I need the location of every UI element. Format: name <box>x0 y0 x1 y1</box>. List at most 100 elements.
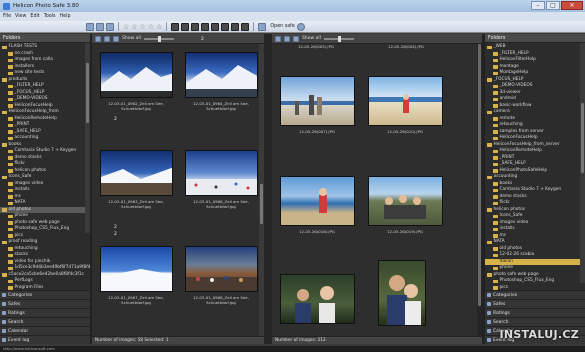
folder-icon <box>493 117 498 121</box>
minimize-button[interactable]: – <box>531 1 545 10</box>
folder-icon <box>487 175 492 179</box>
star-icon[interactable]: ☆ <box>123 23 129 31</box>
folder-icon <box>8 247 13 251</box>
rotate-right-button[interactable] <box>181 22 190 31</box>
close-button[interactable]: ✕ <box>561 1 583 10</box>
left-pane-status: Number of images: 58 Selected: 1 <box>92 336 264 344</box>
left-folders-header: Folders <box>0 34 90 43</box>
pane-back-button[interactable] <box>95 35 101 42</box>
photo-thumbnail[interactable] <box>185 246 258 292</box>
panel-tab-search[interactable]: Search <box>0 317 90 326</box>
photo-thumbnail[interactable] <box>368 76 443 126</box>
family-beach-photo <box>281 95 354 115</box>
ski-slope-photo <box>186 179 257 195</box>
panel-tab-calendar[interactable]: Calendar <box>0 326 90 335</box>
compare-button[interactable] <box>201 22 210 31</box>
folder-icon <box>8 52 13 56</box>
photo-thumbnail[interactable] <box>100 150 173 196</box>
menu-edit[interactable]: Edit <box>30 14 39 19</box>
show-all-label[interactable]: Show all <box>302 36 321 41</box>
right-tree-scrollbar[interactable] <box>580 43 585 283</box>
folder-icon <box>493 52 498 56</box>
delete-button[interactable] <box>211 22 220 31</box>
pane-filter-button[interactable] <box>293 35 299 42</box>
photo-thumbnail[interactable] <box>100 52 173 98</box>
photo-thumbnail[interactable] <box>185 52 258 98</box>
panel-tab-categories[interactable]: Categories <box>0 290 90 299</box>
tab-icon <box>2 293 6 297</box>
tag-button[interactable] <box>231 22 240 31</box>
slider-knob[interactable] <box>157 35 161 42</box>
maximize-button[interactable]: □ <box>546 1 560 10</box>
star-icon[interactable]: ☆ <box>131 23 137 31</box>
thumb-size-slider[interactable] <box>323 35 354 42</box>
menu-tools[interactable]: Tools <box>44 14 56 19</box>
left-folder-tree: FLASH TESTS no crash images from calla inst… <box>0 43 90 305</box>
open-safe-label[interactable]: Open safe <box>270 24 294 29</box>
safe-icon[interactable] <box>258 22 267 31</box>
star-icon[interactable]: ☆ <box>140 23 146 31</box>
view-quad-button[interactable] <box>106 22 114 31</box>
folder-icon <box>8 227 13 231</box>
thumb-size-slider[interactable] <box>143 35 174 42</box>
right-pane-scroll-thumb[interactable] <box>478 44 481 306</box>
photo-thumbnail[interactable] <box>280 76 355 126</box>
left-tree-scroll-thumb[interactable] <box>86 63 89 123</box>
folder-icon <box>8 65 13 69</box>
zoom-button[interactable] <box>191 22 200 31</box>
rotate-left-button[interactable] <box>171 22 180 31</box>
tab-icon <box>2 338 6 342</box>
mountain-photo <box>101 167 172 195</box>
panel-tab-safes[interactable]: Safes <box>485 299 585 308</box>
folder-item[interactable]: c5ace2ca5cbe6e42be0a8f8f4c3f1c <box>0 272 90 279</box>
folder-icon <box>8 234 13 238</box>
tab-label: Calendar <box>8 329 29 334</box>
left-folders-panel: Folders FLASH TESTS no crash images from c… <box>0 34 90 344</box>
family-group-photo <box>384 195 426 219</box>
folder-icon <box>8 130 13 134</box>
photo-caption: 12-03-01_0963_Zell am See, Schuettdorf.j… <box>108 199 164 209</box>
menu-view[interactable]: View <box>15 14 26 19</box>
photo-thumbnail[interactable] <box>378 260 426 326</box>
child-sea-photo <box>319 188 327 213</box>
photo-thumbnail[interactable] <box>280 176 355 226</box>
center-splitter[interactable] <box>264 34 272 344</box>
pane-sort-button[interactable] <box>104 35 110 42</box>
folder-icon <box>487 273 492 277</box>
right-folder-tree: _WEB _FILTER_HELP HeliconFilterHelp montage… <box>485 43 585 305</box>
folder-icon <box>493 84 498 88</box>
left-pane-scroll-thumb[interactable] <box>260 184 263 224</box>
snow-field-photo <box>101 269 172 291</box>
view-dual-button[interactable] <box>96 22 104 31</box>
folder-icon <box>8 201 13 205</box>
show-all-label[interactable]: Show all <box>122 36 141 41</box>
folder-icon <box>493 214 498 218</box>
slider-knob[interactable] <box>337 35 341 42</box>
star-icon[interactable]: ☆ <box>148 23 154 31</box>
right-tree-scroll-thumb[interactable] <box>581 103 584 173</box>
folder-icon <box>8 84 13 88</box>
menu-bar: File View Edit Tools Help <box>0 12 585 21</box>
pane-back-button[interactable] <box>275 35 281 42</box>
tab-icon <box>2 320 6 324</box>
panel-tab-event-log[interactable]: Event log <box>0 335 90 344</box>
panel-tab-ratings[interactable]: Ratings <box>485 308 585 317</box>
panel-tab-search[interactable]: Search <box>485 317 585 326</box>
photo-thumbnail[interactable] <box>185 150 258 196</box>
menu-file[interactable]: File <box>3 14 11 19</box>
map-button[interactable] <box>221 22 230 31</box>
star-icon[interactable]: ☆ <box>156 23 162 31</box>
tab-label: Categories <box>8 293 33 298</box>
menu-help[interactable]: Help <box>60 14 71 19</box>
view-single-button[interactable] <box>86 22 94 31</box>
pane-filter-button[interactable] <box>113 35 119 42</box>
share-button[interactable] <box>241 22 250 31</box>
photo-thumbnail[interactable] <box>368 176 443 226</box>
help-icon[interactable] <box>296 22 305 31</box>
panel-tab-categories[interactable]: Categories <box>485 290 585 299</box>
photo-thumbnail[interactable] <box>100 246 173 292</box>
panel-tab-ratings[interactable]: Ratings <box>0 308 90 317</box>
photo-thumbnail[interactable] <box>280 274 355 324</box>
pane-sort-button[interactable] <box>284 35 290 42</box>
panel-tab-safes[interactable]: Safes <box>0 299 90 308</box>
